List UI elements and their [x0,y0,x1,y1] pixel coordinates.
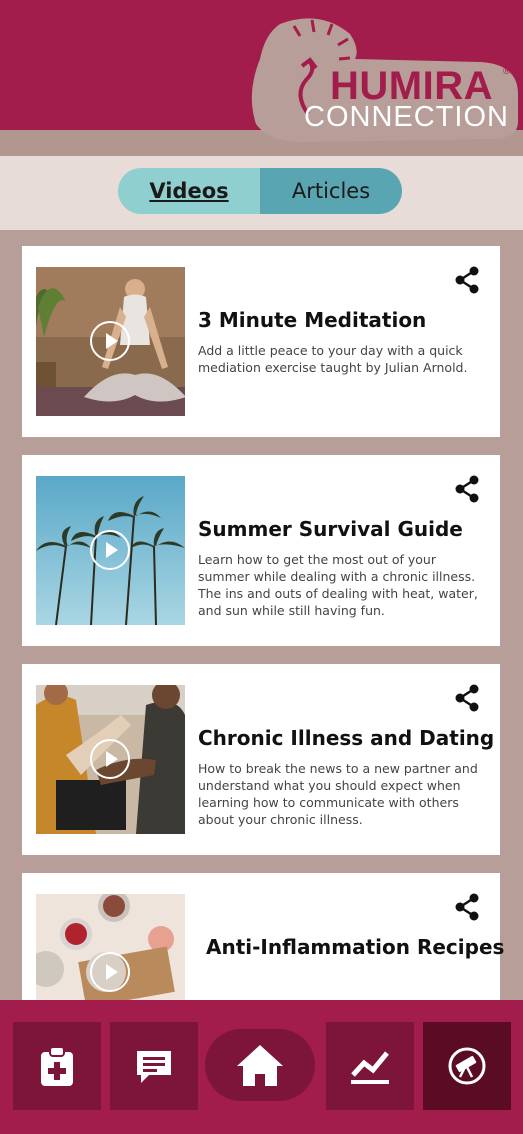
card-description: Learn how to get the most out of your su… [198,552,478,618]
dating-thumbnail[interactable] [36,685,185,834]
meditation-thumbnail[interactable] [36,267,185,416]
play-icon[interactable] [90,952,130,992]
card-title[interactable]: Anti-Inflammation Recipes [206,935,504,959]
play-icon[interactable] [90,739,130,779]
content-type-switch: Videos Articles [118,168,402,214]
card-title[interactable]: 3 Minute Meditation [198,308,490,332]
video-card[interactable]: Summer Survival Guide Learn how to get t… [22,455,500,646]
card-title[interactable]: Chronic Illness and Dating [198,726,494,750]
telescope-icon [448,1047,486,1085]
nav-home[interactable] [205,1029,315,1101]
share-icon[interactable] [454,893,480,921]
nav-messages[interactable] [110,1022,198,1110]
tab-articles[interactable]: Articles [260,168,402,214]
clipboard-medical-icon [41,1046,73,1086]
share-icon[interactable] [454,475,480,503]
video-card[interactable]: Anti-Inflammation Recipes [22,873,504,1000]
share-icon[interactable] [454,684,480,712]
card-description: Add a little peace to your day with a qu… [198,343,468,375]
video-card[interactable]: Chronic Illness and Dating How to break … [22,664,500,855]
home-icon [237,1045,283,1086]
logo-subtitle: CONNECTION [304,101,509,133]
nav-progress[interactable] [326,1022,414,1110]
nav-health-records[interactable] [13,1022,101,1110]
nav-explore[interactable] [423,1022,511,1110]
registered-mark: ® [503,66,511,77]
trend-chart-icon [351,1051,389,1084]
recipes-thumbnail[interactable] [36,894,185,1000]
share-icon[interactable] [454,266,480,294]
card-title[interactable]: Summer Survival Guide [198,517,490,541]
play-icon[interactable] [90,530,130,570]
play-icon[interactable] [90,321,130,361]
palm-trees-thumbnail[interactable] [36,476,185,625]
tab-videos[interactable]: Videos [118,168,260,214]
chat-icon [137,1051,171,1083]
card-description: How to break the news to a new partner a… [198,761,478,827]
video-card[interactable]: 3 Minute Meditation Add a little peace t… [22,246,500,437]
